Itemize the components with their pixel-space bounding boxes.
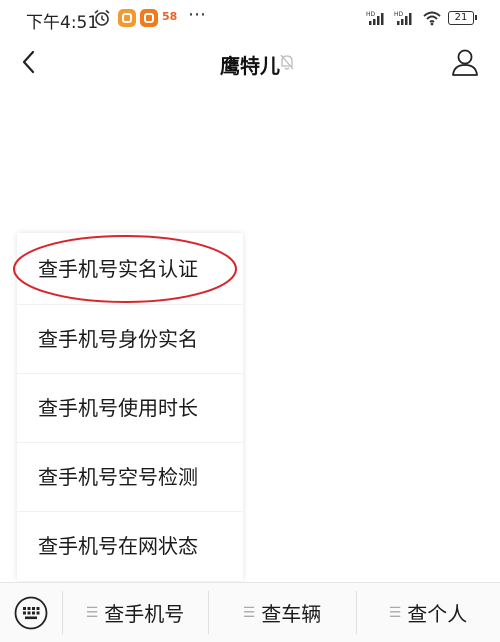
menu-item-network-status[interactable]: 查手机号在网状态 (17, 511, 243, 579)
svg-text:HD: HD (366, 11, 376, 18)
app-notification-icon (140, 9, 158, 27)
bottom-menu-bar: ☰ 查手机号 ☰ 查车辆 ☰ 查个人 (0, 582, 500, 642)
menu-item-empty-number-check[interactable]: 查手机号空号检测 (17, 442, 243, 510)
menu-item-identity-real-name[interactable]: 查手机号身份实名 (17, 304, 243, 372)
wifi-icon (423, 11, 441, 26)
app-notification-icon (118, 9, 136, 27)
menu-lines-icon: ☰ (85, 604, 99, 621)
signal-icon: HD (394, 11, 412, 25)
app-58-icon: 58 (162, 10, 178, 23)
mute-bell-icon (280, 54, 294, 70)
more-notifications-icon: ⋯ (188, 4, 207, 25)
menu-lines-icon: ☰ (388, 604, 402, 621)
alarm-icon (94, 9, 110, 26)
tab-label: 查个人 (407, 602, 468, 626)
page-title: 鹰特儿 (220, 54, 280, 78)
tab-vehicle-lookup[interactable]: ☰ 查车辆 (208, 583, 356, 642)
battery-icon: 21 (448, 11, 477, 25)
status-time: 下午4:51 (26, 13, 99, 33)
signal-icon: HD (366, 11, 384, 25)
tab-phone-lookup[interactable]: ☰ 查手机号 (62, 583, 208, 642)
svg-text:HD: HD (394, 11, 404, 18)
keyboard-icon[interactable] (14, 596, 48, 630)
menu-lines-icon: ☰ (242, 604, 256, 621)
tab-label: 查车辆 (261, 602, 322, 626)
tab-person-lookup[interactable]: ☰ 查个人 (356, 583, 500, 642)
status-bar: 下午4:51 58 ⋯ HD HD 21 (0, 0, 500, 38)
tab-label: 查手机号 (104, 602, 185, 626)
user-profile-icon[interactable] (448, 46, 482, 80)
menu-item-real-name-verify[interactable]: 查手机号实名认证 (17, 235, 243, 303)
title-bar: 鹰特儿 (0, 38, 500, 86)
status-indicators: HD HD 21 (366, 8, 477, 28)
service-popup-menu: 查手机号实名认证 查手机号身份实名 查手机号使用时长 查手机号空号检测 查手机号… (17, 233, 243, 581)
menu-item-usage-duration[interactable]: 查手机号使用时长 (17, 373, 243, 441)
